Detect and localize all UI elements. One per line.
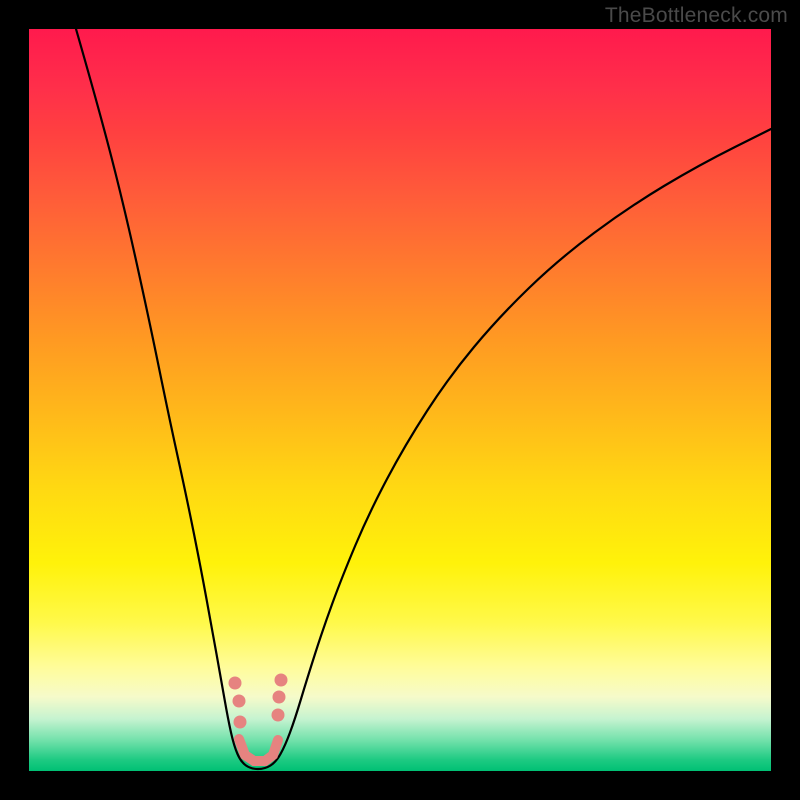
bottleneck-curve xyxy=(76,29,771,769)
sample-dot xyxy=(233,695,246,708)
sample-dot xyxy=(273,691,286,704)
bottleneck-curve-svg xyxy=(29,29,771,771)
plot-area xyxy=(29,29,771,771)
sample-dot xyxy=(272,709,285,722)
chart-frame: TheBottleneck.com xyxy=(0,0,800,800)
sample-dots-group xyxy=(229,674,288,729)
sample-dot xyxy=(275,674,288,687)
watermark-text: TheBottleneck.com xyxy=(605,4,788,28)
optimum-well-highlight xyxy=(239,739,278,761)
sample-dot xyxy=(229,677,242,690)
sample-dot xyxy=(234,716,247,729)
